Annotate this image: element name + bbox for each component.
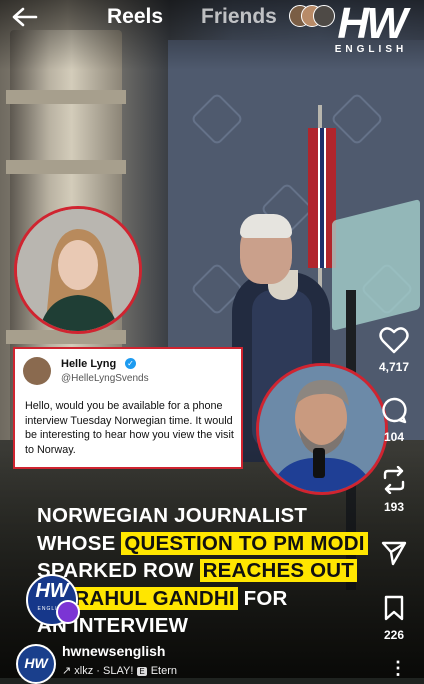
rahul-gandhi-portrait [256,363,388,495]
comment-count: 104 [383,430,405,444]
tweet-text: Hello, would you be available for a phon… [25,400,234,456]
audio-track-name: Etern [150,665,178,677]
headline-caption: NORWEGIAN JOURNALIST WHOSE QUESTION TO P… [37,502,417,640]
helle-lyng-portrait [14,206,142,334]
comment-icon [382,397,407,424]
save-count: 226 [383,628,405,642]
audio-track[interactable]: ↗ xlkz · SLAY! E Etern [62,664,177,677]
tweet-card: Helle Lyng ✓ @HelleLyngSvends Hello, wou… [13,347,243,469]
headline-highlight: REACHES OUT [199,559,358,582]
logo-mark: HW [337,0,407,48]
tweet-avatar [23,357,51,385]
headline-line: NORWEGIAN JOURNALIST [37,504,308,527]
headline-line: SPARKED ROW REACHES OUT [37,557,417,585]
headline-line: WHOSE QUESTION TO PM MODI [37,530,417,558]
like-button[interactable]: 4,717 [372,326,416,374]
headline-text: FOR [237,586,288,610]
person-hair [240,214,292,238]
repost-button[interactable]: 193 [372,466,416,514]
repost-icon [383,466,405,494]
tweet-author-name: Helle Lyng [61,358,117,370]
like-count: 4,717 [378,360,410,374]
tab-reels[interactable]: Reels [107,5,163,29]
tweet-handle: @HelleLyngSvends [61,373,149,384]
comment-button[interactable]: 104 [372,396,416,444]
heart-icon [379,327,409,354]
remix-icon[interactable] [56,600,80,624]
hw-english-logo: HW ENGLISH [333,0,409,56]
verified-badge-icon: ✓ [125,358,136,369]
top-bar: Reels Friends HW ENGLISH [0,0,424,55]
bookmark-icon [384,595,404,621]
channel-name[interactable]: hwnewsenglish [62,643,165,659]
tab-friends[interactable]: Friends [201,5,277,29]
headline-line: AN INTERVIEW [37,614,189,637]
headline-highlight: QUESTION TO PM MODI [121,531,368,555]
avatar [313,5,335,27]
headline-text: WHOSE [37,531,122,555]
channel-avatar[interactable]: HW [16,644,56,684]
more-options-icon[interactable]: ⋮ [389,658,407,679]
save-button[interactable]: 226 [372,594,416,642]
repost-count: 193 [383,500,405,514]
music-arrow-icon: ↗ [62,665,75,677]
explicit-badge: E [137,667,147,676]
send-icon [381,541,407,566]
logo-sub: ENGLISH [334,44,408,55]
back-arrow-icon[interactable] [10,6,40,28]
share-button[interactable] [372,540,416,566]
audio-artist: xlkz · SLAY! [74,665,134,677]
headline-line: TO RAHUL GANDHI FOR [37,585,417,613]
friends-avatars[interactable] [289,5,335,27]
